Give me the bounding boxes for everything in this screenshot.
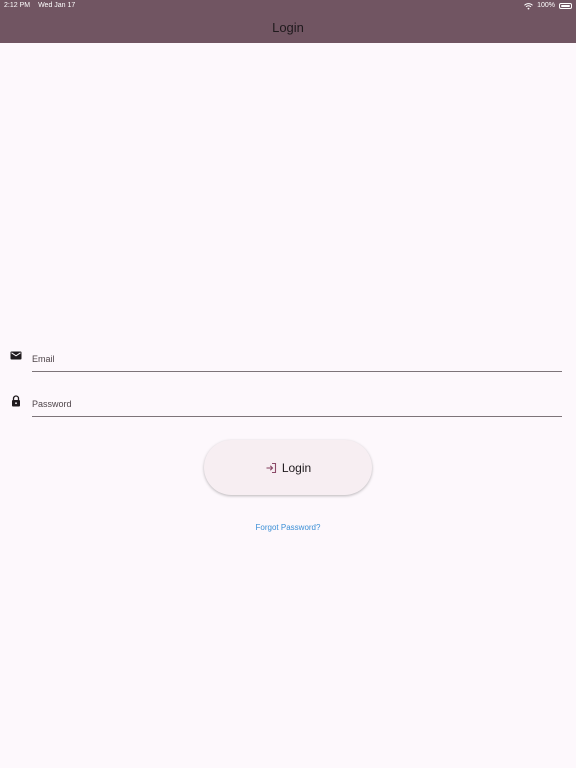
status-date: Wed Jan 17	[38, 2, 76, 9]
app-bar: Login	[0, 12, 576, 43]
status-right: 100%	[524, 0, 572, 12]
password-field-row	[10, 391, 562, 417]
email-icon	[10, 349, 22, 361]
login-button[interactable]: Login	[204, 440, 372, 495]
email-field[interactable]	[32, 346, 562, 372]
email-field-row	[10, 346, 562, 372]
wifi-icon	[524, 0, 533, 12]
login-button-label: Login	[281, 460, 312, 475]
battery-icon	[559, 3, 572, 9]
login-screen: 2:12 PM Wed Jan 17 100% Login Email Logi…	[0, 0, 576, 768]
forgot-password-link[interactable]: Forgot Password?	[0, 523, 576, 532]
page-title: Login	[272, 20, 304, 35]
battery-percent: 100%	[537, 2, 555, 9]
password-field[interactable]	[32, 391, 562, 417]
login-icon	[265, 462, 277, 474]
lock-icon	[10, 394, 22, 407]
status-time: 2:12 PM	[4, 2, 31, 9]
status-left: 2:12 PM Wed Jan 17	[4, 0, 75, 12]
status-bar: 2:12 PM Wed Jan 17 100%	[0, 0, 576, 12]
